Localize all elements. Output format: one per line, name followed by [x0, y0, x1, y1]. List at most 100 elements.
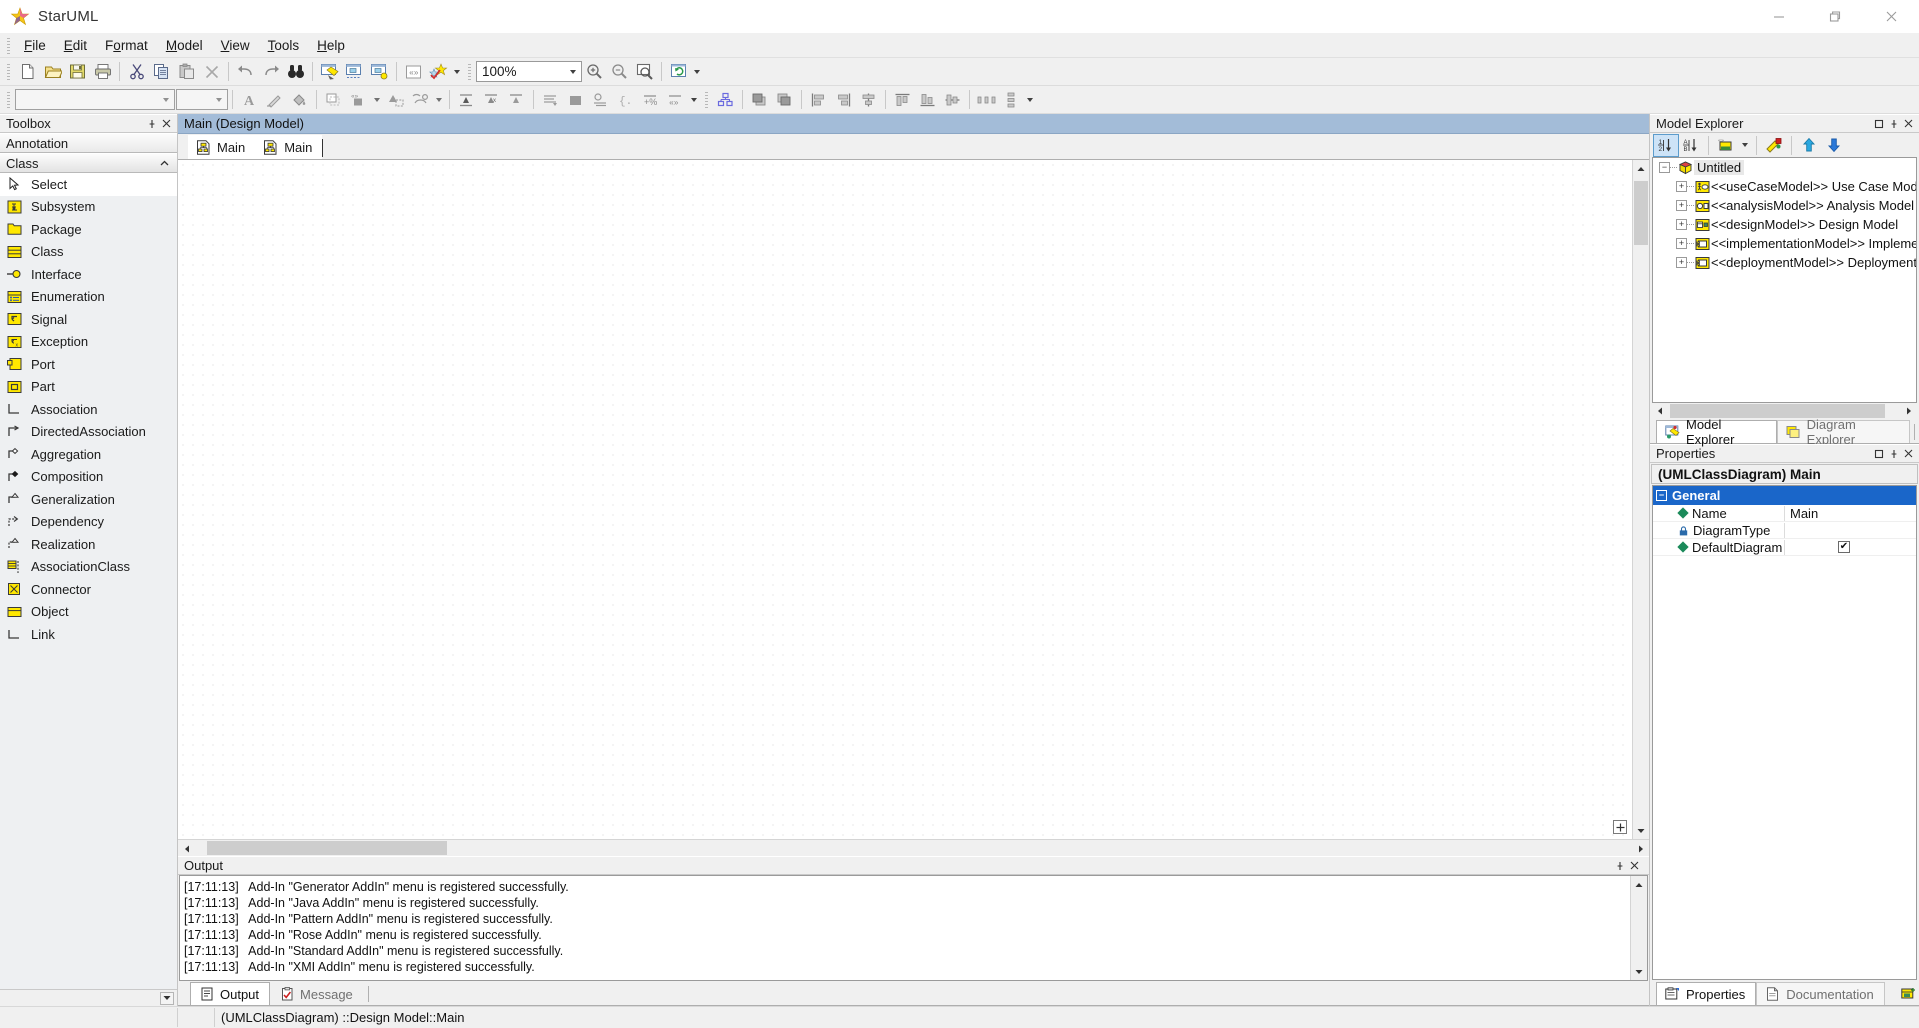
toolbox-item-exception[interactable]: x Exception: [0, 331, 177, 354]
print-icon[interactable]: [90, 60, 115, 84]
tree-row[interactable]: + <<useCaseModel>> Use Case Model: [1653, 177, 1916, 196]
font-name-caret[interactable]: [157, 90, 174, 109]
tree-row[interactable]: + <<implementationModel>> Implementatio: [1653, 234, 1916, 253]
layout-toolbar-gripper[interactable]: [703, 91, 710, 109]
menu-help[interactable]: Help: [308, 35, 354, 57]
validate-dropdown-caret[interactable]: [451, 60, 463, 84]
output-vertical-scrollbar[interactable]: [1630, 876, 1647, 980]
toolbar-gripper[interactable]: [5, 63, 12, 81]
minimize-button[interactable]: [1751, 0, 1807, 34]
space-horizontally-icon[interactable]: [974, 88, 999, 112]
font-name-combo[interactable]: [15, 89, 175, 110]
toolbox-item-associationclass[interactable]: AssociationClass: [0, 556, 177, 579]
view-options-icon[interactable]: «»: [1714, 135, 1738, 156]
tree-scroll-right-button[interactable]: [1901, 403, 1917, 419]
tree-expand-toggle[interactable]: +: [1676, 238, 1687, 249]
toolbox-item-composition[interactable]: Composition: [0, 466, 177, 489]
toolbox-item-class[interactable]: Class: [0, 241, 177, 264]
space-vertically-icon[interactable]: [999, 88, 1024, 112]
diagram-canvas[interactable]: [178, 160, 1632, 839]
font-size-combo[interactable]: [176, 89, 228, 110]
document-tab-main-1[interactable]: Main: [188, 135, 255, 159]
show-visibility-sign-icon[interactable]: +%: [638, 88, 663, 112]
output-close-button[interactable]: [1628, 859, 1641, 872]
show-property-icon[interactable]: [588, 88, 613, 112]
align-top-icon[interactable]: [890, 88, 915, 112]
tab-message[interactable]: Message: [270, 982, 364, 1005]
broken-link-icon[interactable]: «»: [401, 60, 426, 84]
properties-restore-button[interactable]: [1872, 447, 1885, 460]
suppress-attributes-icon[interactable]: [454, 88, 479, 112]
delete-icon[interactable]: [199, 60, 224, 84]
toolbox-item-connector[interactable]: Connector: [0, 578, 177, 601]
move-down-icon[interactable]: [1822, 135, 1846, 156]
toolbox-item-generalization[interactable]: Generalization: [0, 488, 177, 511]
menu-model[interactable]: Model: [157, 35, 212, 57]
auto-resize-icon[interactable]: [538, 88, 563, 112]
format-toolbar-gripper[interactable]: [5, 91, 12, 109]
model-explorer-pin-button[interactable]: [1887, 117, 1900, 130]
zoom-region-icon[interactable]: [632, 60, 657, 84]
align-bottom-icon[interactable]: [915, 88, 940, 112]
defaultdiagram-checkbox[interactable]: ✔: [1838, 541, 1850, 553]
paste-icon[interactable]: [174, 60, 199, 84]
select-in-model-icon[interactable]: [317, 60, 342, 84]
properties-group-toggle[interactable]: −: [1656, 490, 1667, 501]
sort-by-order-icon[interactable]: 12: [1654, 135, 1678, 156]
toolbox-item-object[interactable]: Object: [0, 601, 177, 624]
zoom-in-icon[interactable]: [582, 60, 607, 84]
show-namespace-icon[interactable]: [563, 88, 588, 112]
stereotype-caret[interactable]: [371, 88, 383, 112]
properties-pin-button[interactable]: [1887, 447, 1900, 460]
toolbox-item-aggregation[interactable]: Aggregation: [0, 443, 177, 466]
align-more-caret[interactable]: [1024, 88, 1036, 112]
find-icon[interactable]: [283, 60, 308, 84]
toolbox-item-association[interactable]: Association: [0, 398, 177, 421]
model-explorer-restore-button[interactable]: [1872, 117, 1885, 130]
tree-row[interactable]: + <<analysisModel>> Analysis Model: [1653, 196, 1916, 215]
send-to-back-icon[interactable]: [772, 88, 797, 112]
menu-tools[interactable]: Tools: [259, 35, 309, 57]
font-color-icon[interactable]: A: [237, 88, 262, 112]
close-button[interactable]: [1863, 0, 1919, 34]
tab-properties[interactable]: Properties: [1656, 982, 1756, 1005]
tree-expand-toggle[interactable]: +: [1676, 200, 1687, 211]
canvas-horizontal-scrollbar[interactable]: [178, 839, 1649, 856]
bring-to-front-icon[interactable]: [747, 88, 772, 112]
new-icon[interactable]: [15, 60, 40, 84]
output-scroll-up-button[interactable]: [1631, 876, 1647, 893]
tree-collapse-toggle[interactable]: −: [1659, 162, 1670, 173]
toolbox-item-port[interactable]: Port: [0, 353, 177, 376]
model-explorer-close-button[interactable]: [1902, 117, 1915, 130]
document-tab-main-2[interactable]: Main: [255, 135, 322, 159]
save-icon[interactable]: [65, 60, 90, 84]
toolbox-item-realization[interactable]: Realization: [0, 533, 177, 556]
output-pin-button[interactable]: [1613, 859, 1626, 872]
filter-icon[interactable]: [1762, 135, 1786, 156]
validate-icon[interactable]: [426, 60, 451, 84]
tab-model-explorer[interactable]: Model Explorer: [1656, 420, 1777, 443]
shadow-icon[interactable]: [321, 88, 346, 112]
menubar-gripper[interactable]: [5, 37, 12, 55]
toolbox-item-enumeration[interactable]: Enumeration: [0, 286, 177, 309]
properties-group-general[interactable]: − General: [1653, 486, 1916, 505]
property-row-defaultdiagram[interactable]: DefaultDiagram ✔: [1653, 539, 1916, 556]
suppress-operations-icon[interactable]: x: [479, 88, 504, 112]
toolbox-item-link[interactable]: Link: [0, 623, 177, 646]
line-color-icon[interactable]: [262, 88, 287, 112]
toolbox-scroll-down-button[interactable]: [160, 992, 174, 1005]
open-diagram-icon[interactable]: [367, 60, 392, 84]
output-vscroll-track[interactable]: [1631, 893, 1647, 963]
scroll-left-button[interactable]: [178, 840, 195, 857]
scroll-up-button[interactable]: [1633, 160, 1649, 177]
select-in-diagram-icon[interactable]: [342, 60, 367, 84]
output-scroll-down-button[interactable]: [1631, 963, 1647, 980]
maximize-button[interactable]: [1807, 0, 1863, 34]
scroll-right-button[interactable]: [1632, 840, 1649, 857]
toolbox-item-subsystem[interactable]: Subsystem: [0, 196, 177, 219]
tab-attributes[interactable]: At: [1893, 982, 1919, 1005]
output-log[interactable]: [17:11:13] Add-In "Generator AddIn" menu…: [180, 876, 1630, 980]
tree-hscroll-thumb[interactable]: [1670, 404, 1885, 418]
font-size-caret[interactable]: [210, 90, 227, 109]
tree-row[interactable]: + <<deploymentModel>> Deployment Mode: [1653, 253, 1916, 272]
